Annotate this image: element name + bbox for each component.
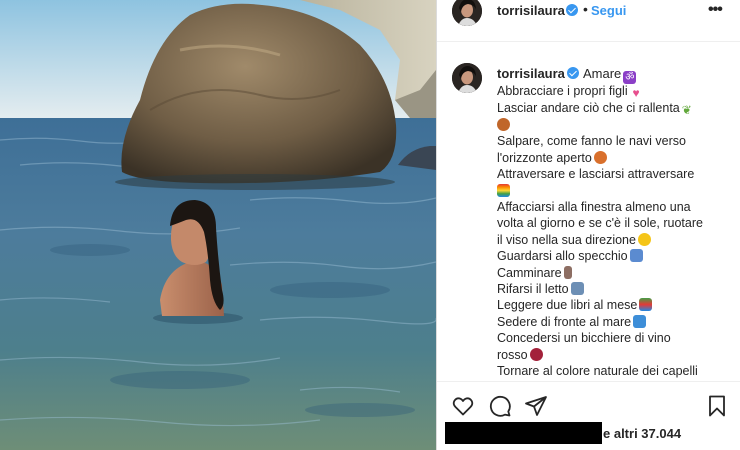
post-header: torrisilaura • Segui ••• [437, 0, 740, 42]
caption-line: Lasciar andare ciò che ci rallenta ❦ [497, 100, 737, 117]
caption-line-text: rosso [497, 347, 528, 362]
caption-line-text: Leggere due libri al mese [497, 298, 638, 313]
caption-line-text: volta al giorno e se c'è il sole, ruotar… [497, 216, 703, 231]
caption-line [497, 183, 737, 199]
bookmark-icon[interactable] [705, 394, 729, 418]
leaves-emoji-icon [497, 118, 510, 131]
caption-line: Affacciarsi alla finestra almeno una [497, 199, 737, 215]
photo-scene [0, 0, 436, 450]
caption-line: Leggere due libri al mese [497, 297, 737, 313]
walking-emoji-icon [563, 265, 572, 279]
caption-line: Salpare, come fanno le navi verso [497, 133, 737, 149]
likes-row: e altri 37.044 [437, 421, 740, 450]
post-photo[interactable] [0, 0, 436, 450]
caption-line-text: Concedersi un bicchiere di vino [497, 331, 671, 346]
caption-line-text: Salpare, come fanno le navi verso [497, 134, 686, 149]
caption-line: Attraversare e lasciarsi attraversare [497, 166, 737, 182]
wine-glass-emoji-icon [529, 347, 543, 361]
bed-emoji-icon [570, 282, 584, 296]
books-emoji-icon [639, 298, 653, 312]
sailboat-emoji-icon [593, 150, 607, 164]
avatar[interactable] [452, 0, 482, 26]
leaf-emoji-icon: ❦ [681, 103, 692, 117]
caption-line-text: Attraversare e lasciarsi attraversare [497, 167, 695, 182]
caption-line: Concedersi un bicchiere di vino [497, 330, 737, 346]
caption-line: il viso nella sua direzione [497, 232, 737, 248]
post-username[interactable]: torrisilaura [497, 3, 565, 18]
caption-line-text: Lasciar andare ciò che ci rallenta [497, 101, 680, 115]
follow-button[interactable]: Segui [591, 3, 626, 18]
caption-line-text: Tornare al colore naturale dei capelli [497, 364, 698, 379]
caption-line [497, 117, 737, 133]
caption-avatar-image [452, 63, 482, 93]
caption-line: Guardarsi allo specchio [497, 248, 737, 264]
wave-emoji-icon [633, 314, 647, 328]
caption-line: Abbracciare i propri figli ♥ [497, 83, 737, 100]
comment-icon[interactable] [488, 394, 512, 418]
paper-plane-icon[interactable] [524, 394, 548, 418]
caption-area[interactable]: torrisilaura Amare ॐ Abbracciare i propri… [437, 43, 740, 381]
caption-line-text: Rifarsi il letto [497, 282, 569, 297]
post-side-panel: torrisilaura • Segui ••• torrisilaura Am… [437, 0, 740, 450]
caption-line-text: l'orizzonte aperto [497, 150, 592, 165]
avatar-image [452, 0, 482, 26]
caption-line: volta al giorno e se c'è il sole, ruotar… [497, 215, 737, 231]
caption-line-text: Camminare [497, 265, 562, 280]
caption-line: l'orizzonte aperto [497, 150, 737, 166]
redacted-likers-block [445, 422, 602, 444]
caption-line: rosso [497, 347, 737, 363]
caption-line: Camminare [497, 265, 737, 281]
caption-avatar[interactable] [452, 63, 482, 93]
caption-title: Amare ॐ [583, 66, 637, 84]
caption-verified-badge-icon [567, 67, 579, 79]
caption-title-text: Amare [583, 66, 622, 81]
heart-icon[interactable] [451, 394, 475, 418]
likes-count[interactable]: e altri 37.044 [603, 426, 681, 441]
caption-line-text: il viso nella sua direzione [497, 232, 636, 247]
rainbow-emoji-icon [497, 183, 510, 197]
caption-username[interactable]: torrisilaura [497, 66, 565, 81]
heart-emoji-icon: ♥ [632, 86, 640, 100]
caption-line: Sedere di fronte al mare [497, 314, 737, 330]
verified-badge-icon [566, 4, 578, 16]
caption-line: Tornare al colore naturale dei capelli [497, 363, 737, 379]
actions-bar [437, 381, 740, 423]
sun-emoji-icon [637, 232, 651, 246]
caption-line: Rifarsi il letto [497, 281, 737, 297]
caption-line-text: Affacciarsi alla finestra almeno una [497, 200, 691, 215]
caption-line-text: Abbracciare i propri figli [497, 84, 628, 98]
mirror-emoji-icon [629, 249, 643, 263]
caption-text: Abbracciare i propri figli ♥ Lasciar anda… [497, 83, 737, 380]
caption-line-text: Guardarsi allo specchio [497, 249, 628, 264]
separator-dot: • [583, 1, 588, 17]
more-options-icon[interactable]: ••• [708, 1, 723, 19]
caption-line-text: Sedere di fronte al mare [497, 314, 632, 329]
